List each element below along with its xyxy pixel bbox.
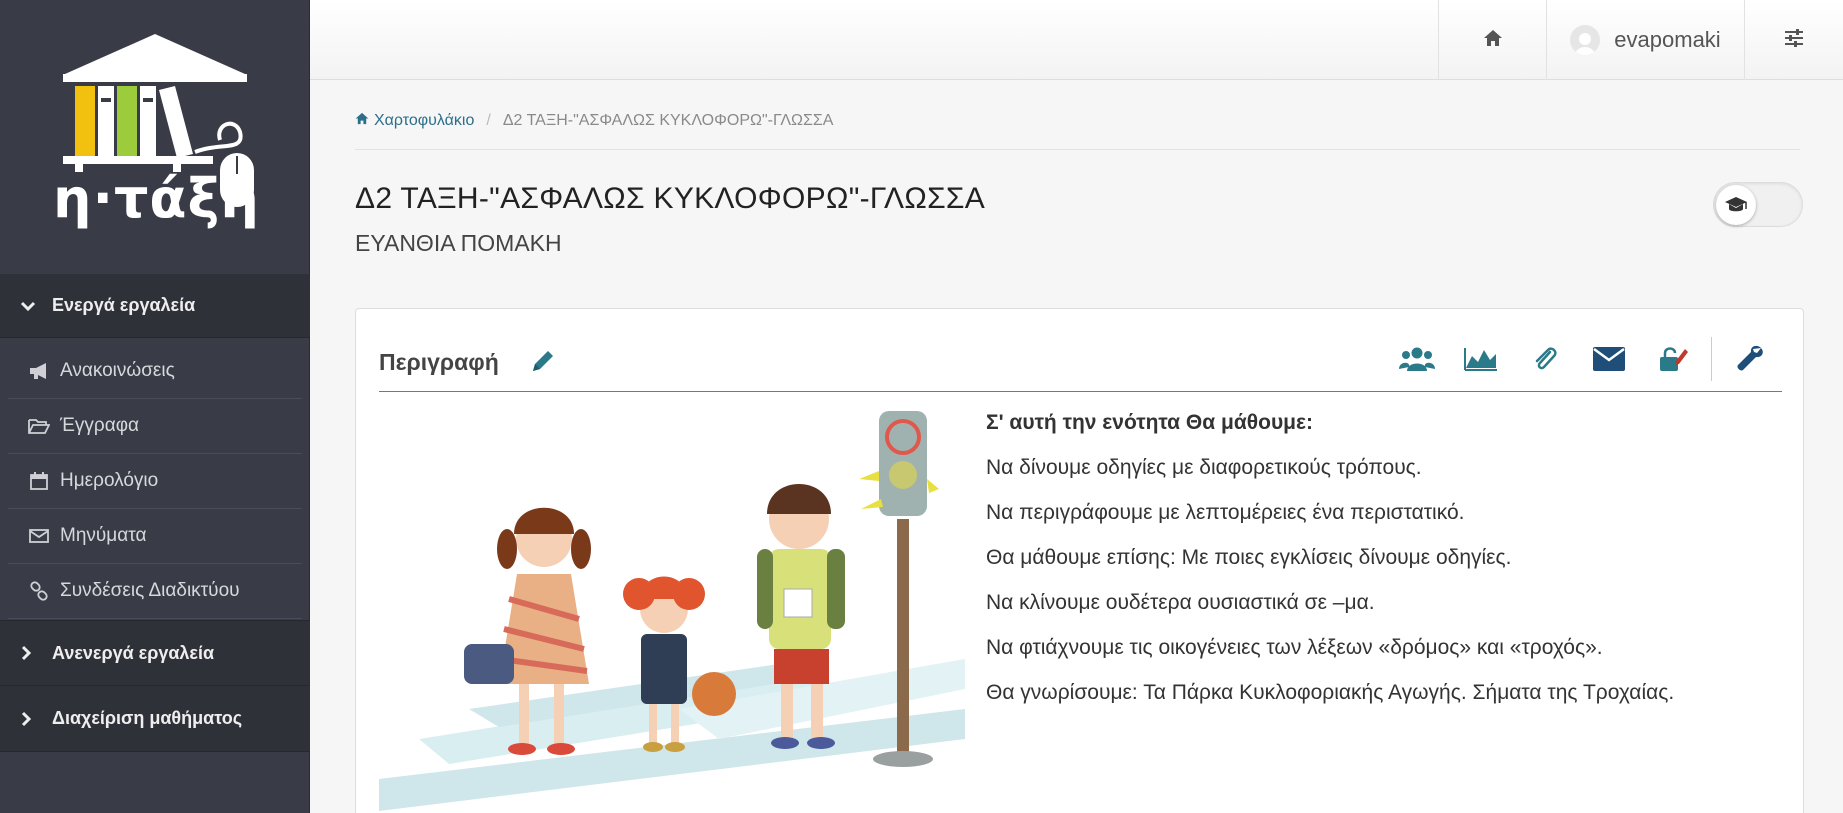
description-heading: Σ' αυτή την ενότητα Θα μάθουμε:	[986, 411, 1313, 434]
chevron-down-icon	[20, 300, 38, 312]
lock-edit-icon[interactable]	[1641, 337, 1705, 381]
panel-toolbar	[1385, 337, 1782, 381]
description-line: Να δίνουμε οδηγίες με διαφορετικούς τρόπ…	[986, 456, 1422, 479]
top-bar: evapomaki	[310, 0, 1843, 80]
active-tools-group: Ενεργά εργαλεία Ανακοινώσεις Έγγραφα Ημε…	[0, 274, 310, 619]
sidebar-item-label: Μηνύματα	[60, 525, 147, 546]
envelope-icon[interactable]	[1577, 337, 1641, 381]
user-menu[interactable]: evapomaki	[1546, 0, 1744, 80]
username: evapomaki	[1614, 27, 1721, 52]
toolbar-divider	[1711, 337, 1712, 381]
home-button[interactable]	[1438, 0, 1546, 80]
panel-header: Περιγραφή	[379, 329, 1782, 392]
page-title: Δ2 ΤΑΞΗ-"ΑΣΦΑΛΩΣ ΚΥΚΛΟΦΟΡΩ"-ΓΛΩΣΣΑ	[355, 182, 986, 215]
breadcrumb-current: Δ2 ΤΑΞΗ-"ΑΣΦΑΛΩΣ ΚΥΚΛΟΦΟΡΩ"-ΓΛΩΣΣΑ	[502, 112, 834, 129]
breadcrumb-separator: /	[486, 112, 491, 129]
avatar	[1570, 25, 1601, 55]
course-illustration	[379, 409, 965, 813]
description-line: Θα γνωρίσουμε: Τα Πάρκα Κυκλοφοριακής Αγ…	[986, 681, 1675, 704]
description-panel: Περιγραφή Σ' αυτή την ενότητα Θα μάθουμε…	[355, 308, 1804, 813]
chevron-right-icon	[20, 711, 38, 727]
course-teacher: ΕΥΑΝΘΙΑ ΠΟΜΑΚΗ	[355, 230, 562, 256]
graduation-cap-icon	[1716, 185, 1756, 225]
breadcrumb-home-label: Χαρτοφυλάκιο	[374, 112, 475, 129]
panel-title: Περιγραφή	[379, 349, 499, 375]
sidebar: η·τάξη Ενεργά εργαλεία Ανακοινώσεις Έγγρ…	[0, 0, 310, 813]
sliders-icon	[1784, 28, 1804, 52]
breadcrumb: Χαρτοφυλάκιο / Δ2 ΤΑΞΗ-"ΑΣΦΑΛΩΣ ΚΥΚΛΟΦΟΡ…	[355, 112, 1800, 150]
sidebar-item-label: Έγγραφα	[60, 415, 139, 436]
sidebar-item-messages[interactable]: Μηνύματα	[8, 509, 302, 564]
active-tools-toggle[interactable]: Ενεργά εργαλεία	[0, 274, 310, 338]
inactive-tools-label: Ανενεργά εργαλεία	[52, 642, 215, 663]
envelope-icon	[28, 528, 50, 544]
home-icon	[355, 112, 369, 130]
pencil-icon[interactable]	[529, 347, 557, 380]
description-line: Να κλίνουμε ουδέτερα ουσιαστικά σε –μα.	[986, 591, 1375, 614]
logo-text: η·τάξη	[53, 167, 260, 230]
sidebar-item-label: Ανακοινώσεις	[60, 360, 175, 381]
home-icon	[1483, 29, 1503, 52]
sidebar-item-label: Ημερολόγιο	[60, 470, 159, 491]
inactive-tools-group: Ανενεργά εργαλεία Διαχείριση μαθήματος	[0, 620, 310, 752]
sidebar-item-links[interactable]: Συνδέσεις Διαδικτύου	[8, 564, 302, 619]
description-line: Να φτιάχνουμε τις οικογένειες των λέξεων…	[986, 636, 1603, 659]
course-admin-label: Διαχείριση μαθήματος	[52, 708, 243, 728]
children-crossing-illustration	[379, 409, 965, 813]
course-description: Σ' αυτή την ενότητα Θα μάθουμε: Να δίνου…	[986, 409, 1776, 724]
wrench-icon[interactable]	[1718, 337, 1782, 381]
link-icon	[28, 581, 50, 601]
logo[interactable]: η·τάξη	[0, 0, 310, 274]
chevron-right-icon	[20, 645, 38, 661]
sidebar-item-calendar[interactable]: Ημερολόγιο	[8, 454, 302, 509]
users-icon[interactable]	[1385, 337, 1449, 381]
settings-button[interactable]	[1744, 0, 1843, 80]
description-line: Θα μάθουμε επίσης: Με ποιες εγκλίσεις δί…	[986, 546, 1512, 569]
description-line: Να περιγράφουμε με λεπτομέρειες ένα περι…	[986, 501, 1465, 524]
student-view-toggle[interactable]	[1713, 182, 1803, 227]
sidebar-item-label: Συνδέσεις Διαδικτύου	[60, 580, 240, 601]
folder-open-icon	[28, 417, 50, 435]
calendar-icon	[28, 471, 50, 491]
breadcrumb-home[interactable]: Χαρτοφυλάκιο	[355, 112, 474, 130]
active-tools-label: Ενεργά εργαλεία	[52, 295, 196, 315]
course-admin-toggle[interactable]: Διαχείριση μαθήματος	[0, 686, 310, 752]
inactive-tools-toggle[interactable]: Ανενεργά εργαλεία	[0, 620, 310, 686]
area-chart-icon[interactable]	[1449, 337, 1513, 381]
paperclip-icon[interactable]	[1513, 337, 1577, 381]
sidebar-item-announcements[interactable]: Ανακοινώσεις	[8, 344, 302, 399]
sidebar-item-documents[interactable]: Έγγραφα	[8, 399, 302, 454]
megaphone-icon	[28, 362, 50, 380]
